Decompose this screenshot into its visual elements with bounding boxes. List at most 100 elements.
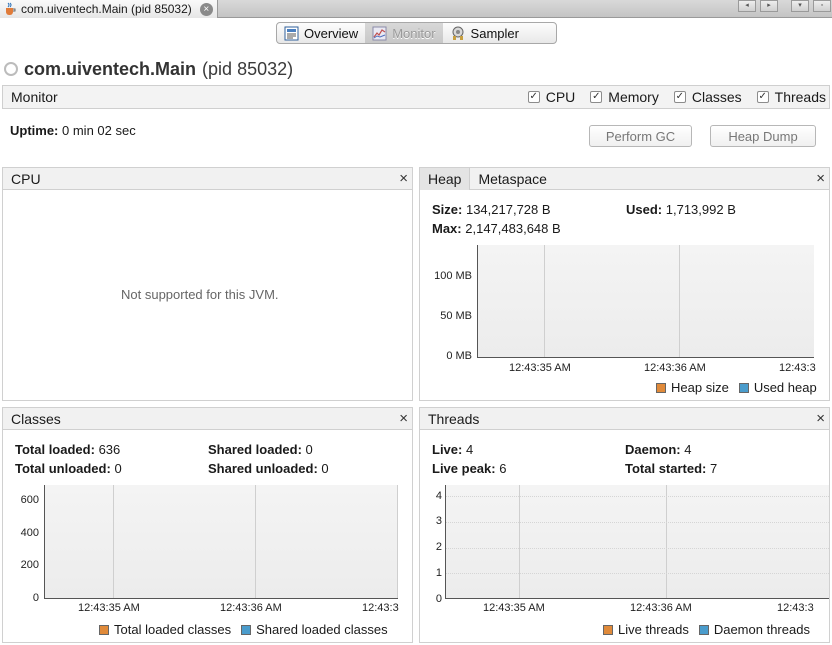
classes-checkbox-label: Classes bbox=[691, 89, 742, 105]
total-unloaded-value: 0 bbox=[114, 461, 122, 476]
live-threads-stat: Live: 4 bbox=[432, 442, 473, 457]
view-switcher: Overview Monitor Sampler bbox=[276, 22, 557, 44]
heap-dump-button[interactable]: Heap Dump bbox=[710, 125, 816, 147]
cpu-checkbox[interactable]: ✓ CPU bbox=[527, 89, 576, 105]
close-tab-icon[interactable]: × bbox=[199, 2, 213, 16]
heap-size-value: 134,217,728 B bbox=[465, 202, 551, 217]
heap-panel: Heap Metaspace × Size: 134,217,728 B Use… bbox=[419, 167, 830, 401]
checkmark-icon: ✓ bbox=[673, 91, 686, 103]
heap-panel-header: Heap Metaspace × bbox=[420, 167, 829, 190]
threads-panel: Threads × Live: 4 Daemon: 4 Live peak: 6… bbox=[419, 407, 830, 643]
tab-list-button[interactable]: ▾ bbox=[791, 0, 809, 12]
y-tick-label: 400 bbox=[20, 527, 39, 539]
y-tick-label: 50 MB bbox=[440, 310, 472, 322]
heap-max-label: Max: bbox=[432, 221, 462, 236]
legend-label: Total loaded classes bbox=[114, 622, 232, 637]
heap-size-label: Size: bbox=[432, 202, 463, 217]
uptime-label: Uptime: bbox=[10, 123, 59, 138]
classes-chart-legend: Total loaded classes Shared loaded class… bbox=[89, 622, 388, 637]
tab-heap[interactable]: Heap bbox=[420, 167, 471, 190]
checkmark-icon: ✓ bbox=[590, 91, 603, 103]
legend-label: Shared loaded classes bbox=[256, 622, 388, 637]
threads-panel-title: Threads bbox=[428, 410, 480, 427]
next-tab-button[interactable]: ▸ bbox=[760, 0, 778, 12]
legend-label: Live threads bbox=[618, 622, 689, 637]
close-icon[interactable]: × bbox=[399, 410, 408, 427]
cpu-panel-title: CPU bbox=[11, 170, 41, 187]
shared-unloaded-label: Shared unloaded: bbox=[208, 461, 318, 476]
cpu-panel: CPU × Not supported for this JVM. bbox=[2, 167, 413, 401]
x-tick-label: 12:43:3 bbox=[779, 362, 816, 374]
monitor-view-button[interactable]: Monitor bbox=[365, 23, 443, 43]
grid-line bbox=[544, 245, 545, 357]
y-tick-label: 4 bbox=[435, 490, 442, 502]
memory-checkbox[interactable]: ✓ Memory bbox=[590, 89, 659, 105]
legend-swatch bbox=[738, 382, 749, 393]
grid-line bbox=[666, 485, 667, 598]
heap-chart-legend: Heap size Used heap bbox=[646, 380, 817, 395]
legend-label: Heap size bbox=[671, 380, 729, 395]
cpu-checkbox-label: CPU bbox=[545, 89, 576, 105]
monitor-section-header: Monitor ✓ CPU ✓ Memory ✓ Classes ✓ Threads bbox=[2, 85, 830, 109]
sampler-view-button[interactable]: Sampler bbox=[443, 23, 526, 43]
editor-tab-strip: com.uiventech.Main (pid 85032) × ◂ ▸ ▾ ▫ bbox=[0, 0, 832, 18]
x-tick-label: 12:43:36 AM bbox=[630, 602, 692, 614]
live-peak-stat: Live peak: 6 bbox=[432, 461, 506, 476]
shared-loaded-stat: Shared loaded: 0 bbox=[208, 442, 313, 457]
x-tick-label: 12:43:36 AM bbox=[644, 362, 706, 374]
total-started-label: Total started: bbox=[625, 461, 707, 476]
total-loaded-label: Total loaded: bbox=[15, 442, 95, 457]
live-peak-label: Live peak: bbox=[432, 461, 496, 476]
heap-max-value: 2,147,483,648 B bbox=[465, 221, 561, 236]
classes-panel: Classes × Total loaded: 636 Shared loade… bbox=[2, 407, 413, 643]
close-icon[interactable]: × bbox=[816, 410, 825, 427]
prev-tab-button[interactable]: ◂ bbox=[738, 0, 756, 12]
document-tab[interactable]: com.uiventech.Main (pid 85032) × bbox=[0, 0, 218, 18]
total-started-value: 7 bbox=[710, 461, 718, 476]
application-title: com.uiventech.Main (pid 85032) bbox=[4, 57, 293, 81]
x-tick-label: 12:43:36 AM bbox=[220, 602, 282, 614]
memory-checkbox-label: Memory bbox=[608, 89, 659, 105]
uptime-value: 0 min 02 sec bbox=[62, 123, 136, 138]
close-icon[interactable]: × bbox=[816, 170, 825, 187]
overview-view-button[interactable]: Overview bbox=[277, 23, 365, 43]
live-peak-value: 6 bbox=[499, 461, 507, 476]
threads-checkbox[interactable]: ✓ Threads bbox=[756, 89, 826, 105]
legend-label: Used heap bbox=[753, 380, 817, 395]
total-loaded-stat: Total loaded: 636 bbox=[15, 442, 120, 457]
grid-line bbox=[446, 496, 829, 497]
total-started-stat: Total started: 7 bbox=[625, 461, 717, 476]
y-tick-label: 0 bbox=[435, 593, 442, 605]
grid-line bbox=[679, 245, 680, 357]
threads-panel-header: Threads × bbox=[420, 408, 829, 430]
legend-item: Heap size bbox=[656, 380, 729, 395]
legend-item: Total loaded classes bbox=[99, 622, 231, 637]
classes-chart-plot bbox=[44, 485, 398, 599]
close-icon[interactable]: × bbox=[399, 170, 408, 187]
daemon-threads-stat: Daemon: 4 bbox=[625, 442, 691, 457]
x-tick-label: 12:43:35 AM bbox=[78, 602, 140, 614]
total-loaded-value: 636 bbox=[98, 442, 121, 457]
shared-loaded-value: 0 bbox=[305, 442, 313, 457]
document-tab-label: com.uiventech.Main (pid 85032) bbox=[21, 2, 192, 16]
restore-window-button[interactable]: ▫ bbox=[813, 0, 831, 12]
y-tick-label: 3 bbox=[435, 515, 442, 527]
shared-loaded-label: Shared loaded: bbox=[208, 442, 302, 457]
y-tick-label: 600 bbox=[20, 494, 39, 506]
perform-gc-button[interactable]: Perform GC bbox=[589, 125, 692, 147]
heap-max-stat: Max: 2,147,483,648 B bbox=[432, 221, 561, 236]
shared-unloaded-value: 0 bbox=[321, 461, 329, 476]
application-pid: (pid 85032) bbox=[202, 58, 294, 79]
y-tick-label: 0 bbox=[32, 592, 39, 604]
daemon-threads-label: Daemon: bbox=[625, 442, 681, 457]
legend-swatch bbox=[603, 624, 613, 635]
y-tick-label: 100 MB bbox=[434, 270, 472, 282]
threads-chart-legend: Live threads Daemon threads bbox=[593, 622, 810, 637]
classes-checkbox[interactable]: ✓ Classes bbox=[673, 89, 742, 105]
monitor-icon bbox=[372, 26, 387, 40]
threads-chart-plot bbox=[445, 485, 829, 599]
legend-swatch bbox=[99, 624, 109, 635]
overview-view-label: Overview bbox=[304, 25, 359, 41]
tab-metaspace[interactable]: Metaspace bbox=[470, 168, 554, 190]
shared-unloaded-stat: Shared unloaded: 0 bbox=[208, 461, 329, 476]
